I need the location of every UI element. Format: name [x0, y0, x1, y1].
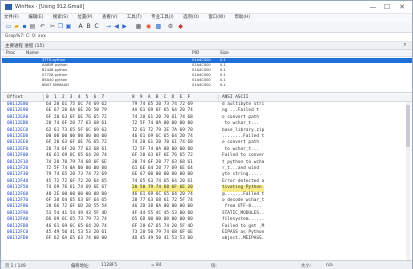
app-icon — [5, 4, 12, 10]
replace-icon[interactable]: C — [93, 23, 100, 30]
hex-ascii[interactable]: object..MEIPASS. — [222, 236, 264, 242]
hex-header-offset: Offset — [7, 95, 23, 100]
menu-pro-tools[interactable]: 专业工具(I) — [151, 14, 173, 22]
vertical-scrollbar[interactable] — [406, 102, 410, 260]
hex-bytes-b[interactable]: 4D 45 49 50 41 53 53 00 — [132, 236, 193, 242]
process-pid: 01A4C000 — [192, 83, 211, 87]
title-bar: WinHex - [Using 912.Gmail] — ☐ ✕ — [1, 1, 412, 14]
process-list-header: Proc Name PID Size — [2, 50, 412, 57]
status-offset-label: 偏移地址: — [71, 263, 90, 269]
address-path[interactable]: Grap%7: C: 0: xxx — [5, 34, 46, 39]
new-file-icon[interactable]: ▭ — [5, 23, 12, 30]
hex-header-ascii: ANSI ASCII — [222, 95, 249, 100]
app-window: WinHex - [Using 912.Gmail] — ☐ ✕ 文件(F) 编… — [0, 0, 413, 269]
process-panel-header: 主要进程 进程 (15) × — [1, 42, 412, 50]
scrollbar-thumb[interactable] — [406, 105, 410, 147]
ram-icon[interactable]: ▩ — [155, 23, 162, 30]
back-icon[interactable]: ◀ — [113, 23, 120, 30]
toolbar: ▭ ▰ ▪ ▤ ↶ ✂ ❐ ▣ A B C → ◀ ▶ ▦ ◉ ▩ ⚙ ◆ — [1, 22, 412, 33]
status-size-value: n/a — [326, 262, 333, 268]
hex-row[interactable]: 00112FD0 6F 62 6A 65 63 74 00 00 4D 45 49 … — [2, 236, 412, 242]
find-hex-icon[interactable]: B — [85, 23, 92, 30]
settings-icon[interactable]: ⚙ — [167, 23, 174, 30]
menu-bar: 文件(F) 编辑(E) 搜索(S) 位置(P) 查看(V) 工具(T) 专业工具… — [1, 14, 412, 22]
status-eq: = 84 — [151, 262, 162, 268]
process-size: 0.1 — [220, 83, 226, 87]
calc-icon[interactable]: ▦ — [135, 23, 142, 30]
hex-offset: 00112FD0 — [7, 236, 29, 242]
save-icon[interactable]: ▪ — [21, 23, 28, 30]
menu-help[interactable]: 帮助(H) — [235, 14, 251, 22]
menu-file[interactable]: 文件(F) — [4, 14, 19, 22]
help-icon[interactable]: ◆ — [177, 23, 184, 30]
col-proc[interactable]: Proc — [6, 51, 15, 56]
open-icon[interactable]: ▰ — [13, 23, 20, 30]
paste-icon[interactable]: ▣ — [65, 23, 72, 30]
menu-edit[interactable]: 编辑(E) — [28, 14, 43, 22]
process-name: 8N07 SMMAAD — [42, 83, 69, 87]
hex-header: Offset 0 1 2 3 4 5 6 7 8 9 A B C D E F A… — [2, 94, 412, 102]
find-icon[interactable]: A — [77, 23, 84, 30]
col-pid[interactable]: PID — [192, 51, 199, 56]
close-button[interactable]: ✕ — [396, 3, 408, 11]
goto-icon[interactable]: → — [105, 23, 112, 30]
panel-close-icon[interactable]: × — [403, 42, 407, 48]
process-panel-label: 主要进程 进程 (15) — [5, 44, 45, 49]
cut-icon[interactable]: ✂ — [49, 23, 56, 30]
hex-editor[interactable]: 00112E80 64 20 61 75 6C 74 69 62 79 74 65 … — [2, 102, 412, 260]
address-bar: Grap%7: C: 0: xxx — [1, 33, 412, 42]
process-row[interactable]: 8N07 SMMAAD 01A4C000 0.1 — [2, 83, 412, 88]
menu-search[interactable]: 搜索(S) — [53, 14, 68, 22]
undo-icon[interactable]: ↶ — [39, 23, 46, 30]
hex-header-cols2: 8 9 A B C D E F — [132, 95, 191, 100]
menu-window[interactable]: 窗口(W) — [208, 14, 225, 22]
menu-position[interactable]: 位置(P) — [78, 14, 93, 22]
maximize-button[interactable]: ☐ — [381, 3, 393, 11]
col-name[interactable]: Name — [26, 51, 39, 56]
menu-view[interactable]: 查看(V) — [102, 14, 117, 22]
forward-icon[interactable]: ▶ — [121, 23, 128, 30]
status-page: 页 1 / 149 — [5, 263, 26, 269]
disk-icon[interactable]: ◉ — [145, 23, 152, 30]
window-title: WinHex - [Using 912.Gmail] — [15, 4, 85, 10]
process-list: Proc Name PID Size 3TTD python 01A4C000 … — [2, 50, 412, 93]
hex-header-cols1: 0 1 2 3 4 5 6 7 — [46, 95, 105, 100]
copy-icon[interactable]: ❐ — [57, 23, 64, 30]
hex-bytes-a[interactable]: 6F 62 6A 65 63 74 00 00 — [46, 236, 107, 242]
status-size-label: 大小: — [301, 263, 312, 269]
menu-tools[interactable]: 工具(T) — [127, 14, 142, 22]
status-offset-value: 1128F5 — [101, 262, 118, 268]
menu-options[interactable]: 选项(O) — [183, 14, 199, 22]
minimize-button[interactable]: — — [367, 3, 379, 11]
print-icon[interactable]: ▤ — [29, 23, 36, 30]
status-block: 块: — [211, 263, 217, 269]
status-bar: 页 1 / 149 偏移地址: 1128F5 = 84 块: 大小: n/a — [1, 260, 412, 269]
col-size[interactable]: Size — [220, 51, 229, 56]
